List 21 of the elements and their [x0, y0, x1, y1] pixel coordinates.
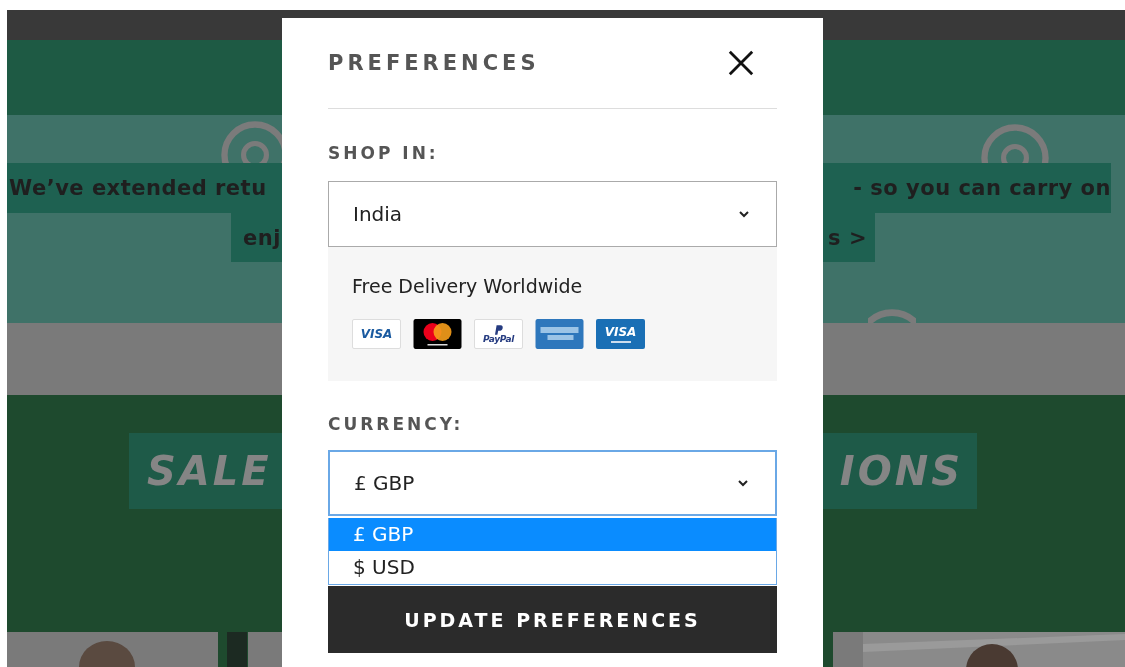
delivery-note: Free Delivery Worldwide [352, 275, 584, 297]
currency-select[interactable]: £ GBP [328, 450, 777, 516]
paypal-logo: PayPal [474, 319, 523, 349]
banner-text: - so you can carry on [853, 176, 1111, 200]
banner-text: enj [242, 225, 281, 250]
dialog-title: PREFERENCES [328, 51, 540, 75]
chevron-down-icon [737, 479, 749, 487]
sale-heading: IONS [839, 448, 964, 494]
field-label: SHOP IN: [328, 143, 440, 163]
update-preferences-button[interactable]: UPDATE PREFERENCES [328, 586, 777, 653]
visa-card-logo: VISA [352, 319, 401, 349]
sale-heading: SALE [146, 448, 272, 494]
country-select[interactable]: India [328, 181, 777, 247]
chevron-down-icon [738, 210, 750, 218]
banner-text: s > [828, 225, 868, 250]
close-icon[interactable] [727, 49, 755, 77]
mastercard-logo [413, 319, 462, 349]
banner-text: We’ve extended retu [8, 176, 267, 200]
amex-card-logo [535, 319, 584, 349]
visa-electron-card-logo: VISA [596, 319, 645, 349]
field-label: CURRENCY: [328, 414, 465, 434]
